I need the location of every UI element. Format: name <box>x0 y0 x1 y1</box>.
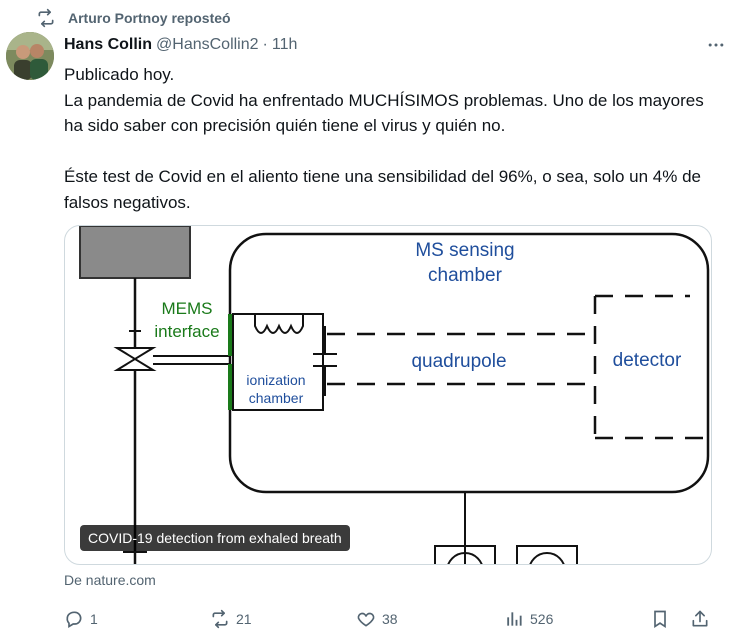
bookmark-icon <box>654 610 666 629</box>
like-button[interactable]: 38 <box>356 604 398 634</box>
repost-banner[interactable]: Arturo Portnoy reposteó <box>36 8 231 28</box>
views-count: 526 <box>530 611 554 627</box>
repost-action-icon <box>212 609 228 629</box>
repost-count: 21 <box>236 611 252 627</box>
link-source[interactable]: De nature.com <box>64 572 156 588</box>
views-chart-icon <box>507 612 522 626</box>
media-caption: COVID-19 detection from exhaled breath <box>80 525 350 551</box>
tweet-line-2: La pandemia de Covid ha enfrentado MUCHÍ… <box>64 90 704 136</box>
ms-label-line-2: chamber <box>428 265 503 286</box>
repost-button[interactable]: 21 <box>210 604 252 634</box>
post-time[interactable]: 11h <box>272 36 298 54</box>
quadrupole-label: quadrupole <box>411 351 506 372</box>
tweet-line-3: Éste test de Covid en el aliento tiene u… <box>64 167 701 212</box>
reply-button[interactable]: 1 <box>64 604 98 634</box>
valve-icon <box>113 347 157 371</box>
like-count: 38 <box>382 611 398 627</box>
gas-source-box <box>79 226 191 279</box>
reply-icon <box>66 611 82 628</box>
views-button[interactable]: 526 <box>504 604 553 634</box>
share-icon <box>692 610 708 627</box>
mems-label-line-1: MEMS <box>162 299 213 318</box>
repost-icon <box>36 8 56 28</box>
more-options-button[interactable] <box>704 34 728 56</box>
tweet-header: Hans Collin @HansCollin2 · 11h <box>64 34 728 56</box>
more-icon <box>708 43 724 47</box>
header-separator: · <box>262 36 268 53</box>
mems-label-line-2: interface <box>154 322 219 341</box>
action-bar: 1 21 38 526 <box>58 604 728 634</box>
bookmark-button[interactable] <box>650 604 676 634</box>
ion-label-line-2: chamber <box>249 390 304 406</box>
repost-banner-text: Arturo Portnoy reposteó <box>68 10 231 26</box>
share-button[interactable] <box>690 604 716 634</box>
ion-label-line-1: ionization <box>246 372 305 388</box>
ms-label-line-1: MS sensing <box>415 240 514 261</box>
reply-count: 1 <box>90 611 98 627</box>
tweet-text: Publicado hoy. La pandemia de Covid ha e… <box>64 62 724 215</box>
author-name[interactable]: Hans Collin <box>64 36 152 54</box>
media-card[interactable]: MS sensing chamber MEMS interface ioniza… <box>64 225 712 565</box>
author-handle[interactable]: @HansCollin2 <box>156 36 259 54</box>
heart-icon <box>357 612 375 627</box>
detector-label: detector <box>613 350 682 371</box>
avatar[interactable] <box>6 32 54 80</box>
tweet-line-1: Publicado hoy. <box>64 65 175 84</box>
ms-diagram: MS sensing chamber MEMS interface ioniza… <box>79 226 710 564</box>
